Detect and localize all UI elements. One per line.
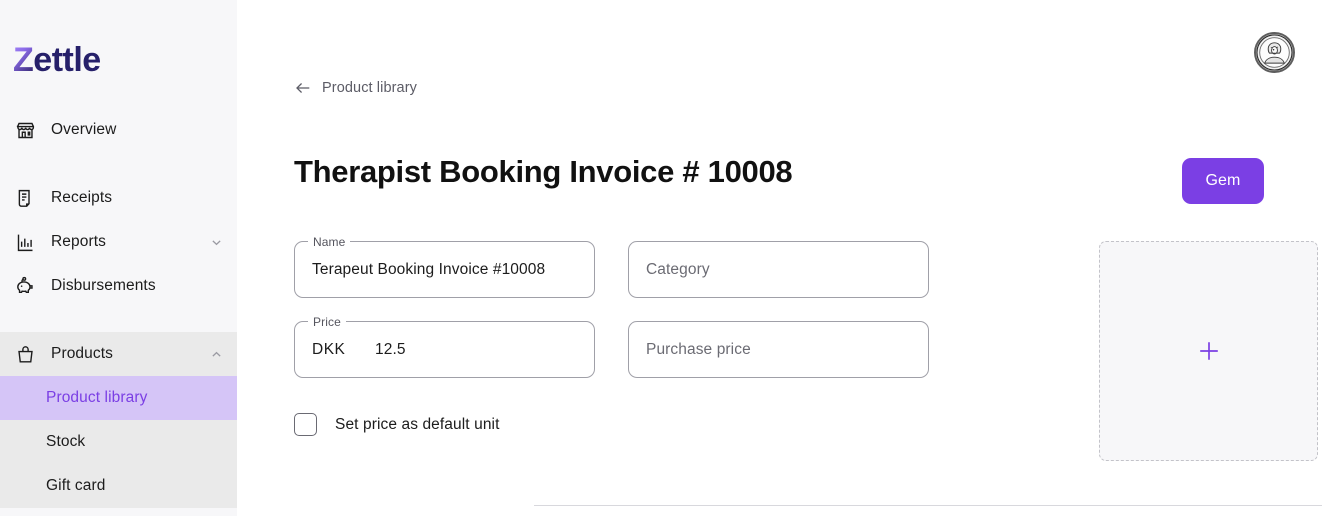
sidebar-item-stock[interactable]: Stock bbox=[0, 420, 237, 464]
sidebar-item-label: Disbursements bbox=[51, 277, 156, 294]
sidebar-item-label: Receipts bbox=[51, 189, 113, 206]
purchase-price-placeholder: Purchase price bbox=[646, 340, 751, 358]
sidebar-subitem-label: Product library bbox=[46, 389, 148, 406]
sidebar-item-label: Reports bbox=[51, 233, 106, 250]
main-content: Product library Therapist Booking Invoic… bbox=[237, 0, 1322, 516]
price-field-value: 12.5 bbox=[375, 340, 406, 358]
breadcrumb-label: Product library bbox=[322, 80, 417, 96]
default-unit-checkbox-label: Set price as default unit bbox=[335, 415, 500, 433]
logo-letter-z: Z bbox=[13, 41, 34, 79]
name-field[interactable]: Name Terapeut Booking Invoice #10008 bbox=[294, 234, 595, 298]
bar-chart-icon bbox=[14, 231, 36, 253]
arrow-left-icon bbox=[294, 79, 312, 97]
plus-icon bbox=[1196, 338, 1222, 364]
form-row-1: Name Terapeut Booking Invoice #10008 Cat… bbox=[294, 234, 929, 298]
sidebar-item-label: Overview bbox=[51, 121, 117, 138]
sidebar-item-products[interactable]: Products bbox=[0, 332, 237, 376]
form-row-2: Price DKK 12.5 Purchase price bbox=[294, 314, 929, 378]
product-form: Name Terapeut Booking Invoice #10008 Cat… bbox=[294, 234, 1318, 461]
sidebar-item-overview[interactable]: Overview bbox=[0, 108, 237, 152]
sidebar-subitem-label: Stock bbox=[46, 433, 86, 450]
receipt-icon bbox=[14, 187, 36, 209]
sidebar-item-reports[interactable]: Reports bbox=[0, 220, 237, 264]
category-field-placeholder: Category bbox=[646, 260, 710, 278]
chevron-up-icon[interactable] bbox=[209, 347, 223, 361]
sidebar: Zettle Overview Receipts Reports Disburs… bbox=[0, 0, 237, 516]
sidebar-item-receipts[interactable]: Receipts bbox=[0, 176, 237, 220]
shopping-bag-icon bbox=[14, 343, 36, 365]
breadcrumb[interactable]: Product library bbox=[294, 79, 417, 97]
user-avatar-icon[interactable] bbox=[1254, 32, 1295, 73]
app-root: Zettle Overview Receipts Reports Disburs… bbox=[0, 0, 1322, 516]
price-currency-label: DKK bbox=[312, 340, 346, 358]
zettle-logo[interactable]: Zettle bbox=[13, 40, 101, 80]
purchase-price-field[interactable]: Purchase price bbox=[628, 321, 929, 378]
price-field[interactable]: Price DKK 12.5 bbox=[294, 314, 595, 378]
storefront-icon bbox=[14, 119, 36, 141]
page-title: Therapist Booking Invoice # 10008 bbox=[294, 154, 793, 189]
sidebar-item-disbursements[interactable]: Disbursements bbox=[0, 264, 237, 308]
default-unit-checkbox[interactable] bbox=[294, 413, 317, 436]
name-field-value: Terapeut Booking Invoice #10008 bbox=[312, 260, 546, 278]
section-divider bbox=[534, 505, 1322, 506]
sidebar-subitem-label: Gift card bbox=[46, 477, 106, 494]
sidebar-item-label: Products bbox=[51, 345, 113, 362]
piggy-bank-icon bbox=[14, 275, 36, 297]
name-field-label: Name bbox=[308, 234, 351, 250]
sidebar-item-product-library[interactable]: Product library bbox=[0, 376, 237, 420]
sidebar-item-gift-card[interactable]: Gift card bbox=[0, 464, 237, 508]
save-button[interactable]: Gem bbox=[1182, 158, 1264, 204]
chevron-down-icon[interactable] bbox=[209, 235, 223, 249]
price-field-label: Price bbox=[308, 314, 346, 330]
sidebar-nav: Overview Receipts Reports Disbursements … bbox=[0, 108, 237, 508]
image-upload-dropzone[interactable] bbox=[1099, 241, 1318, 461]
default-unit-checkbox-row[interactable]: Set price as default unit bbox=[294, 413, 929, 436]
category-field[interactable]: Category bbox=[628, 241, 929, 298]
logo-text-rest: ettle bbox=[33, 41, 101, 79]
